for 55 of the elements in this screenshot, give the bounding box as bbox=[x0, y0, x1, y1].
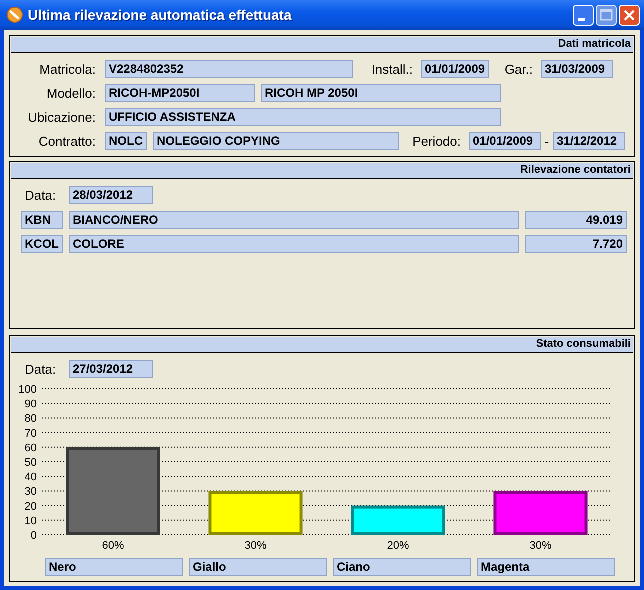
field-label: Data: bbox=[24, 188, 58, 202]
axis-label: 60% bbox=[102, 540, 124, 552]
input-field[interactable]: V2284802352 bbox=[105, 60, 353, 78]
axis-label: 30% bbox=[244, 540, 267, 552]
input-field[interactable]: NOLEGGIO COPYING bbox=[153, 132, 399, 150]
input-field[interactable]: Ciano bbox=[333, 558, 471, 576]
axis-tick-label: 20 bbox=[24, 500, 37, 513]
axis-tick-label: 0 bbox=[30, 530, 37, 542]
app-icon bbox=[7, 7, 23, 23]
input-field[interactable]: 01/01/2009 bbox=[421, 60, 489, 78]
field-label: Install.: bbox=[370, 62, 413, 76]
input-field[interactable]: 49.019 bbox=[525, 211, 627, 229]
close-button[interactable] bbox=[619, 4, 640, 26]
panel-header: Dati matricola bbox=[11, 37, 633, 53]
window-title: Ultima rilevazione automatica effettuata bbox=[28, 7, 292, 23]
date-separator: - bbox=[544, 134, 550, 148]
field-label: Matricola: bbox=[38, 62, 96, 76]
minimize-button[interactable] bbox=[573, 4, 594, 26]
input-field[interactable]: 01/01/2009 bbox=[469, 132, 541, 150]
axis-tick-label: 90 bbox=[24, 398, 37, 411]
axis-tick-label: 70 bbox=[24, 428, 37, 440]
input-field[interactable]: 7.720 bbox=[525, 235, 627, 253]
input-field[interactable]: KCOL bbox=[21, 235, 63, 253]
axis-tick-label: 10 bbox=[24, 515, 37, 528]
field-label: Ubicazione: bbox=[27, 110, 96, 124]
panel-header: Stato consumabili bbox=[11, 337, 633, 353]
panel-header: Rilevazione contatori bbox=[11, 163, 633, 179]
axis-tick-label: 50 bbox=[24, 457, 37, 469]
axis-tick-label: 100 bbox=[18, 384, 37, 396]
axis-tick-label: 30 bbox=[24, 486, 37, 498]
input-field[interactable]: 31/12/2012 bbox=[553, 132, 625, 150]
input-field[interactable]: NOLC bbox=[105, 132, 147, 150]
input-field[interactable]: 31/03/2009 bbox=[541, 60, 613, 78]
input-field[interactable]: 27/03/2012 bbox=[69, 360, 153, 378]
input-field[interactable]: BIANCO/NERO bbox=[69, 211, 519, 229]
axis-tick-label: 40 bbox=[24, 472, 37, 484]
field-label: Contratto: bbox=[38, 134, 96, 148]
input-field[interactable]: RICOH MP 2050I bbox=[261, 84, 501, 102]
input-field[interactable]: KBN bbox=[21, 211, 63, 229]
input-field[interactable]: UFFICIO ASSISTENZA bbox=[105, 108, 501, 126]
axis-tick-label: 60 bbox=[24, 442, 37, 454]
field-label: Data: bbox=[24, 362, 58, 376]
input-field[interactable]: COLORE bbox=[69, 235, 519, 253]
axis-label: 20% bbox=[387, 540, 410, 552]
axis-label: 30% bbox=[530, 540, 552, 552]
axis-tick-label: 80 bbox=[24, 413, 37, 426]
field-label: Modello: bbox=[46, 86, 96, 100]
field-label: Periodo: bbox=[412, 134, 461, 148]
maximize-button[interactable] bbox=[596, 4, 617, 26]
input-field[interactable]: 28/03/2012 bbox=[69, 186, 153, 204]
input-field[interactable]: RICOH-MP2050I bbox=[105, 84, 255, 102]
input-field[interactable]: Nero bbox=[45, 558, 183, 576]
input-field[interactable]: Magenta bbox=[477, 558, 615, 576]
field-label: Gar.: bbox=[504, 62, 533, 76]
input-field[interactable]: Giallo bbox=[189, 558, 327, 576]
